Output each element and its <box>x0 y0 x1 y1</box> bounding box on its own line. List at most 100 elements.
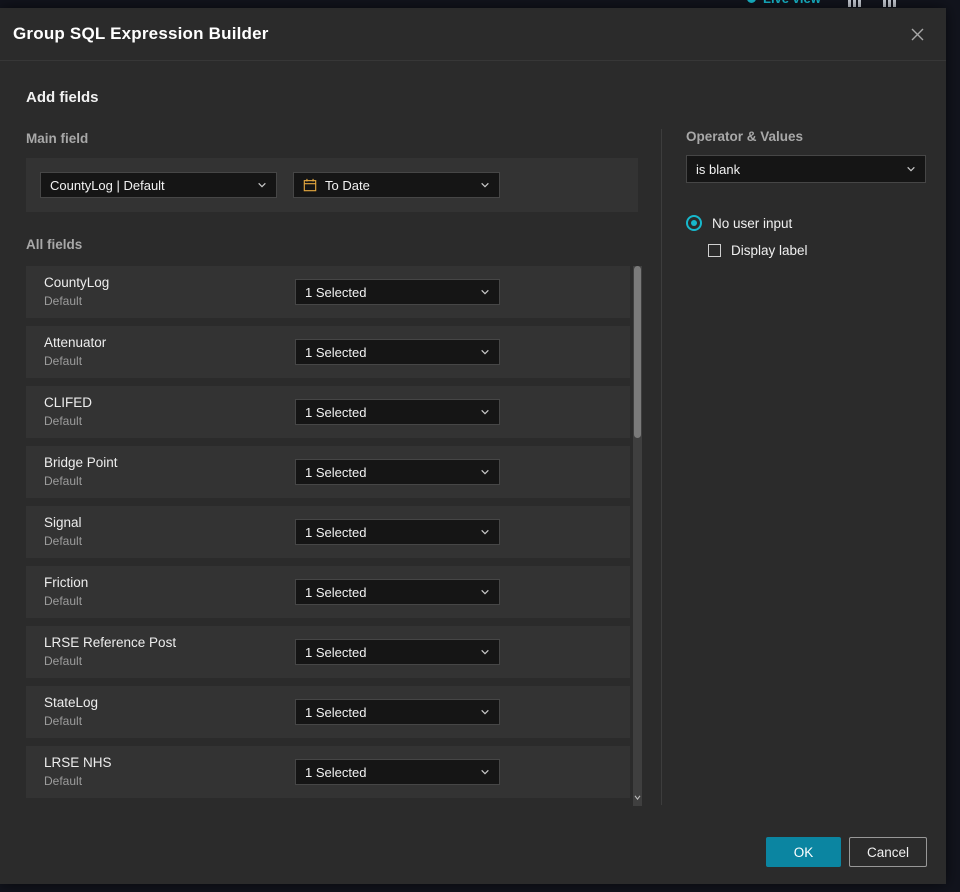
main-field-dropdown[interactable]: CountyLog | Default <box>40 172 277 198</box>
close-icon[interactable] <box>904 21 930 47</box>
field-name: CLIFED <box>44 395 93 410</box>
field-selection-dropdown[interactable]: 1 Selected <box>295 399 500 425</box>
operator-values-label: Operator & Values <box>686 129 804 144</box>
chevron-down-icon <box>481 469 489 475</box>
field-name: StateLog <box>44 695 99 710</box>
field-row: Bridge Point Default 1 Selected <box>26 446 630 498</box>
chevron-down-icon <box>481 769 489 775</box>
all-fields-label: All fields <box>26 237 83 252</box>
field-selection-dropdown-value: 1 Selected <box>305 524 367 540</box>
ok-button[interactable]: OK <box>766 837 841 867</box>
field-selection-dropdown[interactable]: 1 Selected <box>295 519 500 545</box>
field-selection-dropdown[interactable]: 1 Selected <box>295 459 500 485</box>
field-selection-dropdown[interactable]: 1 Selected <box>295 759 500 785</box>
scrollbar-thumb[interactable] <box>634 266 641 438</box>
calendar-icon <box>303 178 317 192</box>
field-name: Attenuator <box>44 335 107 350</box>
chevron-down-icon <box>481 409 489 415</box>
all-fields-list: CountyLog Default 1 Selected Attenuator … <box>26 266 630 806</box>
field-subtitle: Default <box>44 774 83 788</box>
field-texts: LRSE Reference Post Default <box>44 635 176 668</box>
radio-selected-icon[interactable] <box>686 215 702 231</box>
field-selection-dropdown[interactable]: 1 Selected <box>295 279 500 305</box>
field-selection-dropdown-value: 1 Selected <box>305 704 367 720</box>
section-title: Add fields <box>26 89 99 106</box>
operator-values-panel: Operator & Values is blank No user input… <box>686 129 926 258</box>
field-texts: StateLog Default <box>44 695 98 728</box>
chevron-down-icon <box>481 649 489 655</box>
field-selection-dropdown[interactable]: 1 Selected <box>295 579 500 605</box>
main-field-label: Main field <box>26 131 89 146</box>
main-field-dropdown-value: CountyLog | Default <box>50 177 165 193</box>
field-row: StateLog Default 1 Selected <box>26 686 630 738</box>
chevron-down-icon <box>481 709 489 715</box>
field-row: LRSE NHS Default 1 Selected <box>26 746 630 798</box>
field-subtitle: Default <box>44 594 83 608</box>
chevron-down-icon <box>481 529 489 535</box>
field-selection-dropdown-value: 1 Selected <box>305 404 367 420</box>
field-selection-dropdown-value: 1 Selected <box>305 584 367 600</box>
field-name: Bridge Point <box>44 455 118 470</box>
display-label-option[interactable]: Display label <box>708 243 926 258</box>
field-selection-dropdown-value: 1 Selected <box>305 644 367 660</box>
field-texts: Friction Default <box>44 575 88 608</box>
field-selection-dropdown[interactable]: 1 Selected <box>295 339 500 365</box>
field-name: CountyLog <box>44 275 110 290</box>
field-row: Signal Default 1 Selected <box>26 506 630 558</box>
chevron-down-icon <box>481 349 489 355</box>
field-row: Friction Default 1 Selected <box>26 566 630 618</box>
checkbox-label: Display label <box>731 243 808 258</box>
live-view-label: Live view <box>763 0 821 6</box>
field-selection-dropdown-value: 1 Selected <box>305 764 367 780</box>
scrollbar-down-arrow-icon[interactable] <box>633 787 642 805</box>
chevron-down-icon <box>481 589 489 595</box>
field-texts: CLIFED Default <box>44 395 92 428</box>
field-subtitle: Default <box>44 414 83 428</box>
field-selection-dropdown-value: 1 Selected <box>305 344 367 360</box>
field-texts: LRSE NHS Default <box>44 755 112 788</box>
chart-icon[interactable] <box>883 0 896 7</box>
chevron-down-icon <box>481 289 489 295</box>
live-view-indicator: Live view <box>747 0 821 6</box>
field-row: CountyLog Default 1 Selected <box>26 266 630 318</box>
field-subtitle: Default <box>44 654 83 668</box>
field-name: Signal <box>44 515 82 530</box>
date-field-dropdown[interactable]: To Date <box>293 172 500 198</box>
field-selection-dropdown-value: 1 Selected <box>305 464 367 480</box>
field-texts: Signal Default <box>44 515 82 548</box>
field-subtitle: Default <box>44 354 83 368</box>
toolbar-icons <box>848 0 896 7</box>
field-texts: Attenuator Default <box>44 335 106 368</box>
field-name: LRSE NHS <box>44 755 112 770</box>
radio-label: No user input <box>712 215 793 231</box>
field-row: Attenuator Default 1 Selected <box>26 326 630 378</box>
field-subtitle: Default <box>44 474 83 488</box>
field-subtitle: Default <box>44 294 83 308</box>
field-selection-dropdown[interactable]: 1 Selected <box>295 699 500 725</box>
group-sql-expression-builder-dialog: Group SQL Expression Builder Add fields … <box>0 8 946 884</box>
field-name: Friction <box>44 575 89 590</box>
operator-dropdown-value: is blank <box>696 161 741 177</box>
dialog-footer: OK Cancel <box>766 837 927 867</box>
field-texts: Bridge Point Default <box>44 455 118 488</box>
column-chart-icon[interactable] <box>848 0 861 7</box>
chevron-down-icon <box>258 182 266 188</box>
field-subtitle: Default <box>44 534 83 548</box>
dialog-header: Group SQL Expression Builder <box>0 8 946 61</box>
operator-dropdown[interactable]: is blank <box>686 155 926 183</box>
cancel-button[interactable]: Cancel <box>849 837 927 867</box>
chevron-down-icon <box>481 182 489 188</box>
vertical-divider <box>661 129 662 805</box>
scrollbar[interactable] <box>633 266 642 806</box>
chevron-down-icon <box>907 166 915 172</box>
field-selection-dropdown[interactable]: 1 Selected <box>295 639 500 665</box>
field-name: LRSE Reference Post <box>44 635 177 650</box>
checkbox-unchecked-icon[interactable] <box>708 244 721 257</box>
field-subtitle: Default <box>44 714 83 728</box>
dialog-title: Group SQL Expression Builder <box>13 24 269 43</box>
main-field-panel: CountyLog | Default To Date <box>26 158 638 212</box>
field-row: CLIFED Default 1 Selected <box>26 386 630 438</box>
no-user-input-option[interactable]: No user input <box>686 215 926 231</box>
date-field-dropdown-value: To Date <box>325 177 370 193</box>
field-row: LRSE Reference Post Default 1 Selected <box>26 626 630 678</box>
